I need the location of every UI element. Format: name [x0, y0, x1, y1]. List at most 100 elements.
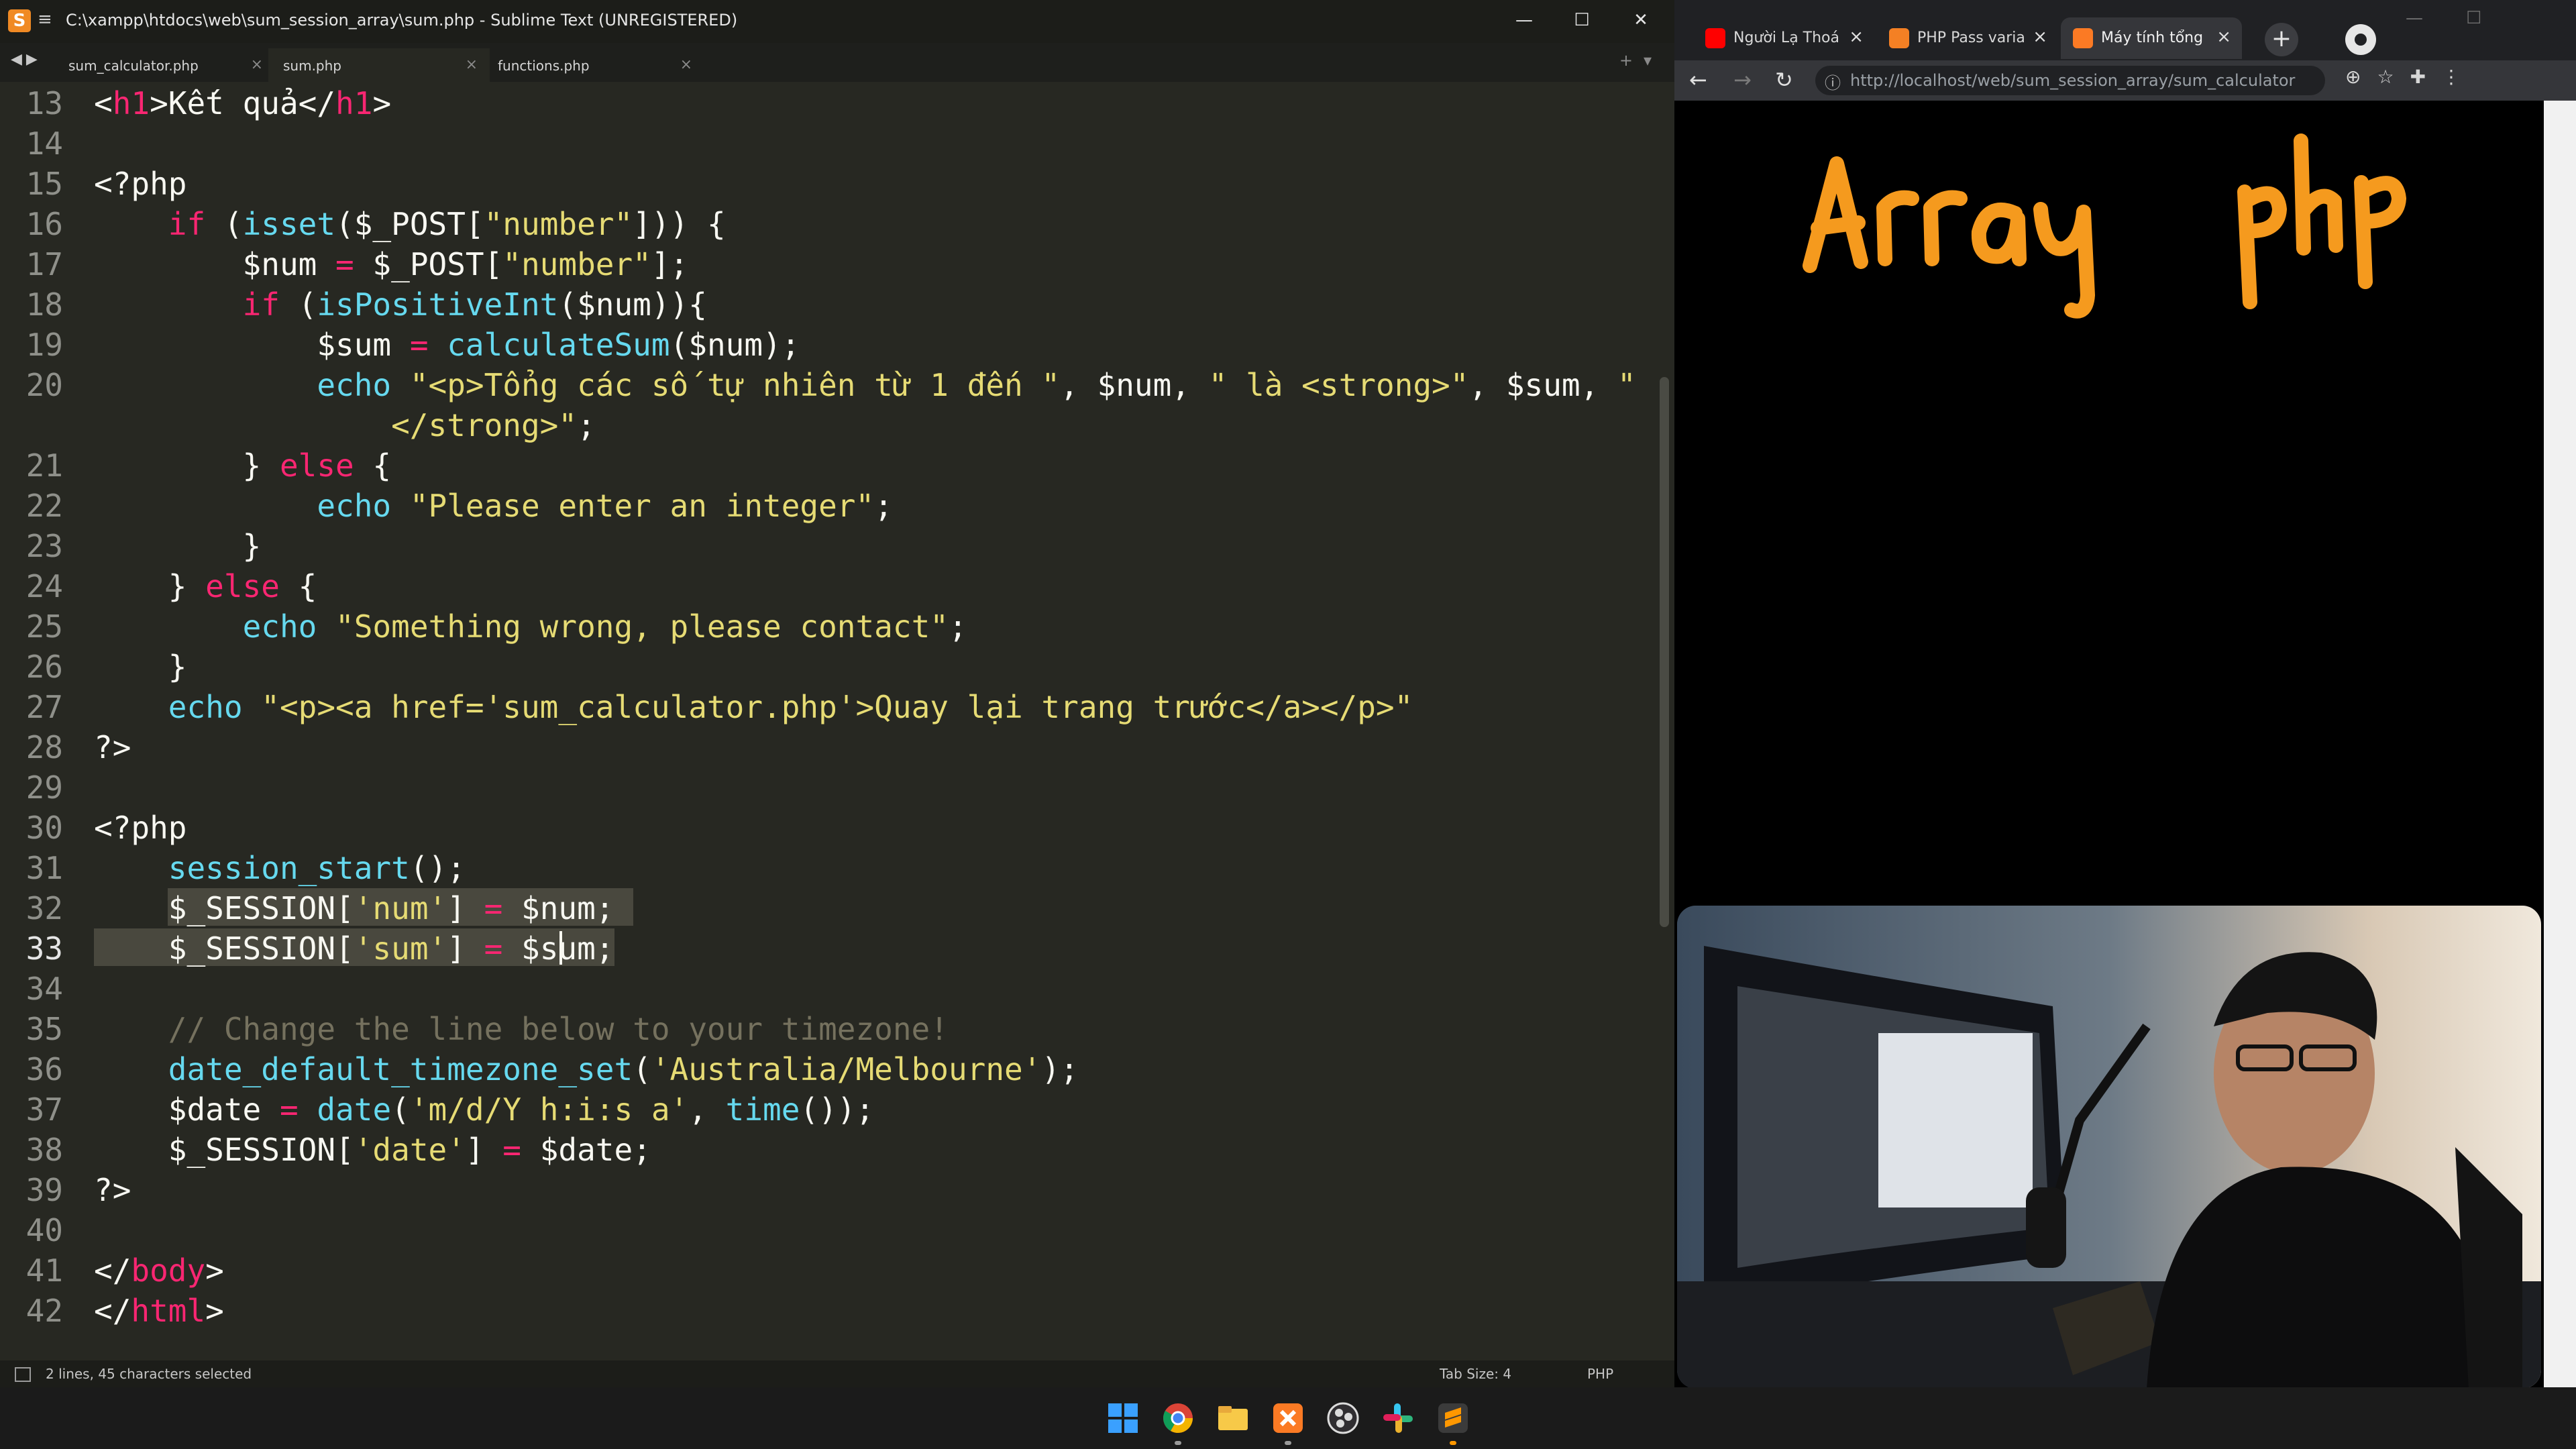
- xampp-icon[interactable]: [1271, 1401, 1305, 1436]
- maximize-icon[interactable]: ☐: [1567, 7, 1597, 34]
- code-token: ;: [874, 488, 893, 524]
- code-line[interactable]: ?>: [94, 1170, 131, 1210]
- new-tab-button[interactable]: +: [2265, 23, 2298, 56]
- line-number: 13: [0, 83, 63, 123]
- line-number: 40: [0, 1210, 63, 1250]
- code-token: "<p><a href='sum_calculator.php'>Quay lạ…: [261, 689, 1413, 725]
- back-icon[interactable]: ←: [1689, 67, 1707, 93]
- code-line[interactable]: echo "<p>Tổng các số tự nhiên từ 1 đến "…: [94, 365, 1636, 405]
- code-token: ;: [949, 608, 967, 645]
- code-line[interactable]: <h1>Kết quả</h1>: [94, 83, 391, 123]
- code-line[interactable]: echo "Please enter an integer";: [94, 486, 893, 526]
- tab-label: functions.php: [498, 58, 590, 74]
- file-explorer-icon[interactable]: [1216, 1401, 1250, 1436]
- code-token: ();: [410, 850, 466, 886]
- code-line[interactable]: date_default_timezone_set('Australia/Mel…: [94, 1049, 1079, 1089]
- code-line[interactable]: <?php: [94, 808, 186, 848]
- code-line[interactable]: echo "<p><a href='sum_calculator.php'>Qu…: [94, 687, 1413, 727]
- panel-toggle-icon[interactable]: [15, 1367, 31, 1382]
- editor-scrollbar[interactable]: [1660, 377, 1669, 927]
- tab-sum[interactable]: sum.php ×: [268, 48, 490, 82]
- chrome-tab-stackoverflow[interactable]: PHP Pass variables ×: [1877, 17, 2058, 59]
- code-line[interactable]: if (isPositiveInt($num)){: [94, 284, 707, 325]
- code-line[interactable]: </strong>";: [94, 405, 596, 445]
- code-line[interactable]: }: [94, 526, 261, 566]
- page-scrollbar[interactable]: [2544, 101, 2576, 1387]
- maximize-icon[interactable]: ☐: [2466, 8, 2481, 28]
- code-line[interactable]: echo "Something wrong, please contact";: [94, 606, 967, 647]
- code-line[interactable]: if (isset($_POST["number"])) {: [94, 204, 726, 244]
- code-line[interactable]: // Change the line below to your timezon…: [94, 1009, 949, 1049]
- line-number: 39: [0, 1170, 63, 1210]
- code-line[interactable]: ?>: [94, 727, 131, 767]
- code-token: [299, 1091, 317, 1128]
- code-line[interactable]: } else {: [94, 566, 317, 606]
- code-token: $date;: [521, 1132, 651, 1168]
- code-token: ": [1617, 367, 1636, 403]
- sublime-text-icon[interactable]: [1436, 1401, 1470, 1436]
- close-tab-icon[interactable]: ×: [2216, 27, 2231, 47]
- code-token: html: [131, 1293, 205, 1329]
- reload-icon[interactable]: ↻: [1775, 67, 1793, 93]
- chrome-tab-label: Máy tính tổng: [2101, 30, 2208, 46]
- line-number: 36: [0, 1049, 63, 1089]
- line-number: 37: [0, 1089, 63, 1130]
- tab-functions[interactable]: functions.php ×: [483, 48, 704, 82]
- code-editor[interactable]: 1314151617181920212223242526272829303132…: [0, 82, 1664, 1360]
- code-token: [94, 608, 243, 645]
- code-line[interactable]: $num = $_POST["number"];: [94, 244, 688, 284]
- code-token: 'date': [354, 1132, 466, 1168]
- tab-scroll-arrows-icon[interactable]: ◀▶: [11, 51, 42, 68]
- chrome-tab-calculator[interactable]: Máy tính tổng ×: [2061, 17, 2242, 59]
- hamburger-menu-icon[interactable]: ≡: [38, 9, 52, 30]
- code-token: $date: [94, 1091, 280, 1128]
- line-number: 29: [0, 767, 63, 808]
- slack-icon[interactable]: [1381, 1401, 1415, 1436]
- code-token: ]: [447, 930, 484, 967]
- code-line[interactable]: $_SESSION['date'] = $date;: [94, 1130, 651, 1170]
- address-bar[interactable]: ⓘ http://localhost/web/sum_session_array…: [1815, 66, 2325, 95]
- code-line[interactable]: $_SESSION['sum'] = $sum;: [94, 928, 614, 969]
- tab-close-icon[interactable]: ×: [251, 56, 263, 73]
- code-line[interactable]: $date = date('m/d/Y h:i:s a', time());: [94, 1089, 874, 1130]
- line-number: 26: [0, 647, 63, 687]
- url-text[interactable]: http://localhost/web/sum_session_array/s…: [1850, 71, 2320, 90]
- code-line[interactable]: }: [94, 647, 186, 687]
- code-line[interactable]: $sum = calculateSum($num);: [94, 325, 800, 365]
- code-token: ?>: [94, 729, 131, 765]
- code-line[interactable]: session_start();: [94, 848, 466, 888]
- tab-close-icon[interactable]: ×: [466, 56, 478, 73]
- line-number: 18: [0, 284, 63, 325]
- code-token: [391, 488, 410, 524]
- chrome-tab-youtube[interactable]: Người Lạ Thoáng Qua ×: [1693, 17, 1874, 59]
- obs-icon[interactable]: [1326, 1401, 1360, 1436]
- minimize-icon[interactable]: —: [2406, 8, 2423, 28]
- code-token: </: [94, 1293, 131, 1329]
- toolbar-icons[interactable]: ⊕☆✚⋮: [2345, 66, 2477, 88]
- close-tab-icon[interactable]: ×: [1849, 27, 1864, 47]
- code-line[interactable]: <?php: [94, 164, 186, 204]
- line-number: 14: [0, 123, 63, 164]
- tab-size-status[interactable]: Tab Size: 4: [1440, 1366, 1511, 1382]
- tab-sum-calculator[interactable]: sum_calculator.php ×: [54, 48, 275, 82]
- syntax-status[interactable]: PHP: [1587, 1366, 1613, 1382]
- code-token: =: [410, 327, 429, 363]
- code-line[interactable]: } else {: [94, 445, 391, 486]
- forward-icon[interactable]: →: [1733, 67, 1752, 93]
- chrome-profile-icon[interactable]: [2345, 24, 2376, 55]
- close-tab-icon[interactable]: ×: [2033, 27, 2047, 47]
- line-number: 15: [0, 164, 63, 204]
- code-token: echo: [317, 367, 391, 403]
- close-window-icon[interactable]: ✕: [1626, 7, 1656, 34]
- code-line[interactable]: </body>: [94, 1250, 224, 1291]
- code-token: if: [243, 286, 280, 323]
- minimize-icon[interactable]: —: [1509, 7, 1539, 34]
- site-info-icon[interactable]: ⓘ: [1825, 70, 1841, 93]
- chrome-icon[interactable]: [1161, 1401, 1195, 1436]
- code-line[interactable]: </html>: [94, 1291, 224, 1331]
- code-token: "number": [502, 246, 651, 282]
- windows-start-icon[interactable]: [1106, 1401, 1140, 1436]
- tab-close-icon[interactable]: ×: [680, 56, 692, 73]
- tab-tools-icon[interactable]: +▾: [1619, 51, 1662, 70]
- code-line[interactable]: $_SESSION['num'] = $num;: [94, 888, 614, 928]
